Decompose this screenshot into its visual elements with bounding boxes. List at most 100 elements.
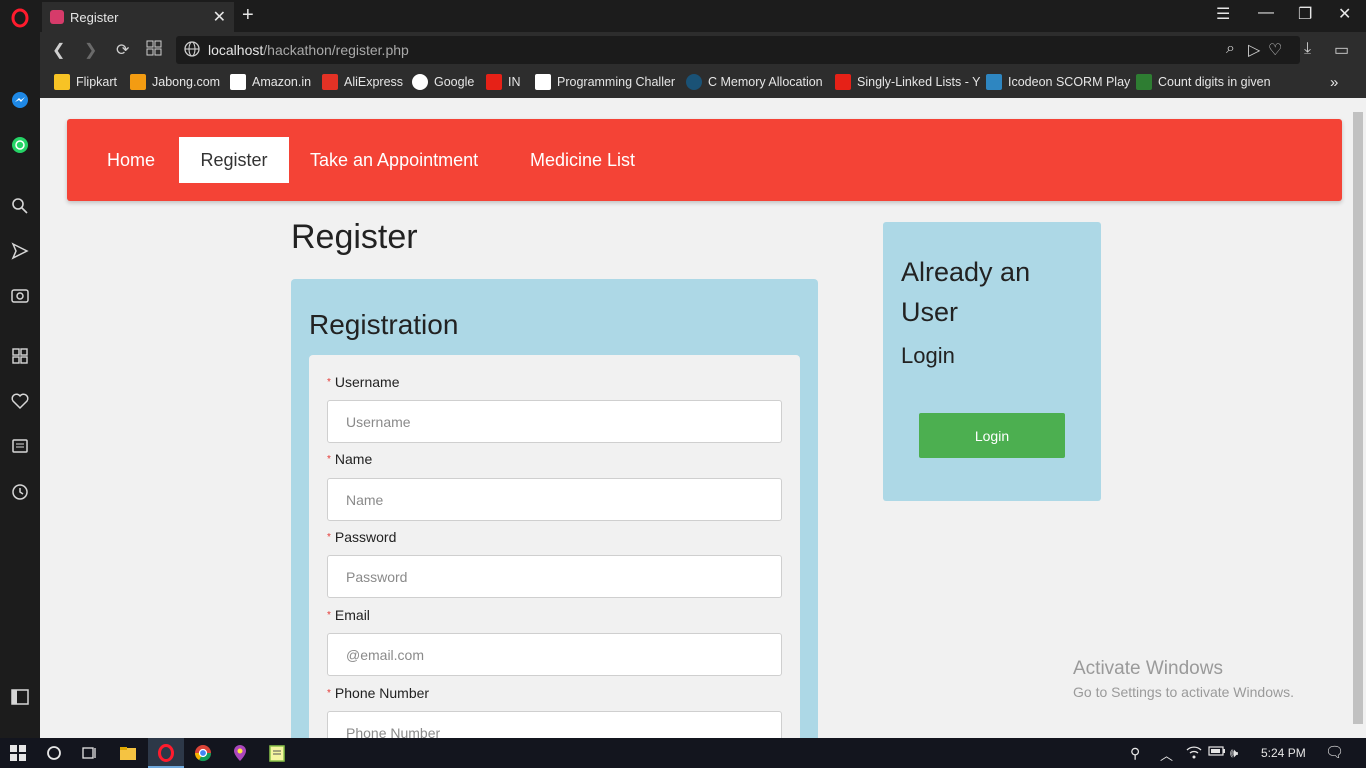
minimize-icon[interactable]: —: [1258, 4, 1274, 22]
url-field[interactable]: localhost/hackathon/register.php: [176, 36, 1300, 64]
bookmark-count-digits[interactable]: Count digits in given: [1136, 74, 1271, 90]
bookmark-youtube-in[interactable]: IN: [486, 74, 521, 90]
show-hidden-icons-icon[interactable]: ︿: [1160, 745, 1173, 764]
registration-card: Registration *Username *Name *Password *…: [291, 279, 818, 738]
forward-icon[interactable]: ❯: [84, 40, 97, 60]
search-icon[interactable]: [10, 196, 30, 216]
nav-register[interactable]: Register: [179, 137, 289, 183]
news-icon[interactable]: [10, 436, 30, 456]
page-favicon-icon: [50, 10, 64, 24]
geeksforgeeks-icon: [1136, 74, 1152, 90]
tab-bar: Register ✕ + ☰ — ❐ ✕: [40, 0, 1366, 32]
cortana-search-icon[interactable]: [44, 743, 64, 763]
bookmark-google[interactable]: Google: [412, 74, 474, 90]
battery-icon[interactable]: [1208, 745, 1226, 760]
whatsapp-icon[interactable]: [10, 135, 30, 155]
notepad-icon[interactable]: [267, 743, 287, 763]
tab-register[interactable]: Register ✕: [42, 2, 234, 32]
bookmark-programming-challenges[interactable]: Programming Challer: [535, 74, 675, 90]
flipkart-icon: [54, 74, 70, 90]
phone-number-input[interactable]: [327, 711, 782, 738]
name-input[interactable]: [327, 478, 782, 521]
icodeon-icon: [986, 74, 1002, 90]
youtube-icon: [486, 74, 502, 90]
file-explorer-icon[interactable]: [118, 743, 138, 763]
bookmark-jabong[interactable]: Jabong.com: [130, 74, 220, 90]
send-icon[interactable]: [10, 241, 30, 261]
bookmarks-bar: Flipkart Jabong.com Amazon.in AliExpress…: [40, 68, 1366, 98]
bookmark-c-memory-allocation[interactable]: C Memory Allocation: [686, 74, 823, 90]
aliexpress-icon: [322, 74, 338, 90]
opera-taskbar-icon[interactable]: [156, 743, 176, 763]
new-tab-icon[interactable]: +: [242, 4, 254, 27]
activate-windows-watermark: Activate Windows Go to Settings to activ…: [1073, 658, 1294, 700]
email-label: * Email: [327, 607, 370, 623]
required-star: *: [327, 610, 331, 621]
required-star: *: [327, 454, 331, 465]
action-center-icon[interactable]: 🗨: [1325, 743, 1344, 761]
reload-icon[interactable]: ⟳: [116, 40, 129, 60]
site-navbar: Home Register Take an Appointment Medici…: [67, 119, 1342, 201]
back-icon[interactable]: ❮: [52, 40, 65, 60]
nav-medicine-list[interactable]: Medicine List: [509, 137, 656, 183]
nav-take-appointment[interactable]: Take an Appointment: [289, 137, 499, 183]
google-icon: [412, 74, 428, 90]
login-card: Already an User Login Login: [883, 222, 1101, 501]
activate-windows-hint: Go to Settings to activate Windows.: [1073, 684, 1294, 700]
tab-menu-icon[interactable]: ☰: [1216, 4, 1230, 24]
close-tab-icon[interactable]: ✕: [213, 7, 226, 27]
username-input[interactable]: [327, 400, 782, 443]
url-host: localhost: [208, 42, 264, 58]
registration-form: *Username *Name *Password *Email *Phone …: [309, 355, 800, 738]
wifi-icon[interactable]: [1186, 745, 1202, 762]
nav-home[interactable]: Home: [86, 137, 176, 183]
windows-start-icon[interactable]: [8, 743, 28, 763]
scrollbar-thumb[interactable]: [1353, 112, 1363, 724]
battery-saver-icon[interactable]: ▭: [1334, 40, 1349, 60]
task-view-icon[interactable]: [80, 743, 100, 763]
page-scrollbar[interactable]: [1350, 98, 1366, 738]
bookmark-singly-linked-lists[interactable]: Singly-Linked Lists - Y: [835, 74, 980, 90]
activate-windows-title: Activate Windows: [1073, 658, 1223, 679]
bookmark-icodeon-scorm[interactable]: Icodeon SCORM Play: [986, 74, 1130, 90]
bookmark-heart-icon[interactable]: ♡: [1268, 40, 1282, 60]
restore-icon[interactable]: ❐: [1298, 4, 1312, 24]
required-star: *: [327, 688, 331, 699]
messenger-icon[interactable]: [10, 90, 30, 110]
chrome-icon[interactable]: [193, 743, 213, 763]
bookmark-aliexpress[interactable]: AliExpress: [322, 74, 403, 90]
windows-taskbar: ⚲ ︿ 🕪 5:24 PM 🗨: [0, 738, 1366, 768]
browser-sidebar: [0, 0, 40, 738]
required-star: *: [327, 532, 331, 543]
login-button[interactable]: Login: [919, 413, 1065, 458]
email-input[interactable]: [327, 633, 782, 676]
clock-time[interactable]: 5:24 PM: [1261, 746, 1306, 760]
tab-title: Register: [70, 9, 119, 25]
history-icon[interactable]: [10, 482, 30, 502]
share-icon[interactable]: ▷: [1248, 40, 1260, 60]
volume-icon[interactable]: 🕪: [1230, 745, 1238, 761]
bookmark-amazon[interactable]: Amazon.in: [230, 74, 311, 90]
hackerrank-icon: [535, 74, 551, 90]
speed-dial-icon[interactable]: [10, 346, 30, 366]
close-window-icon[interactable]: ✕: [1338, 4, 1351, 24]
heart-icon[interactable]: [10, 391, 30, 411]
opera-logo-icon[interactable]: [10, 8, 30, 28]
sidebar-toggle-icon[interactable]: [10, 687, 30, 707]
download-icon[interactable]: ⤓: [1304, 40, 1311, 58]
search-page-icon[interactable]: ⌕: [1226, 40, 1235, 58]
maps-icon[interactable]: [230, 743, 250, 763]
required-star: *: [327, 377, 331, 388]
bookmark-flipkart[interactable]: Flipkart: [54, 74, 117, 90]
speed-dial-button-icon[interactable]: [146, 40, 162, 61]
registration-title: Registration: [309, 309, 459, 340]
people-icon[interactable]: ⚲: [1130, 745, 1140, 762]
password-input[interactable]: [327, 555, 782, 598]
amazon-icon: [230, 74, 246, 90]
youtube-icon: [835, 74, 851, 90]
name-label: * Name: [327, 451, 373, 467]
more-bookmarks-icon[interactable]: »: [1330, 74, 1338, 91]
username-label: * Username: [327, 374, 400, 390]
phone-number-label: * Phone Number: [327, 685, 430, 701]
camera-icon[interactable]: [10, 285, 30, 305]
